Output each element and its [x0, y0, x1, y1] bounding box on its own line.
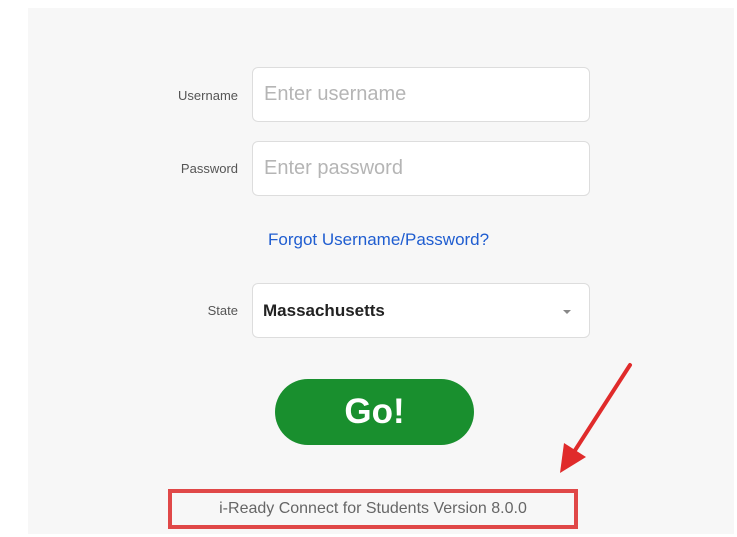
username-placeholder: Enter username [264, 83, 407, 105]
version-highlight-box: i-Ready Connect for Students Version 8.0… [168, 489, 578, 529]
go-button[interactable]: Go! [275, 379, 474, 445]
password-label: Password [180, 161, 238, 176]
state-select-value: Massachusetts [263, 300, 385, 320]
chevron-down-icon [563, 310, 571, 314]
state-label: State [207, 303, 238, 318]
password-input[interactable]: Enter password [252, 141, 590, 196]
state-select[interactable]: Massachusetts [252, 283, 590, 338]
red-arrow-icon [560, 363, 632, 473]
username-input[interactable]: Enter username [252, 67, 590, 122]
version-text: i-Ready Connect for Students Version 8.0… [219, 500, 527, 517]
forgot-credentials-link[interactable]: Forgot Username/Password? [268, 230, 489, 250]
username-label: Username [178, 88, 238, 103]
password-placeholder: Enter password [264, 157, 403, 179]
